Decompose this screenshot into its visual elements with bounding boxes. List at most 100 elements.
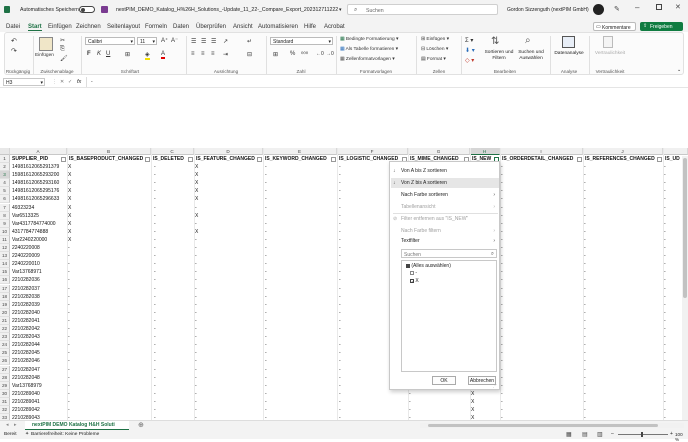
paste-icon[interactable] xyxy=(39,37,53,51)
vertical-scroll-thumb[interactable] xyxy=(683,158,687,298)
table-cell-e[interactable]: - xyxy=(265,285,335,293)
zoom-slider[interactable] xyxy=(618,432,668,437)
table-cell-k[interactable]: - xyxy=(664,390,682,398)
tab-automatisieren[interactable]: Automatisieren xyxy=(258,24,298,30)
collapse-ribbon-icon[interactable]: ⌄ xyxy=(677,67,681,73)
text-filter-item[interactable]: Textfilter xyxy=(401,238,420,244)
table-cell-c[interactable]: - xyxy=(154,374,192,382)
table-cell-j[interactable]: - xyxy=(584,268,661,276)
horizontal-scrollbar[interactable] xyxy=(420,423,684,428)
table-cell-b[interactable]: - xyxy=(68,285,148,293)
table-cell-k[interactable]: - xyxy=(664,236,682,244)
table-cell-e[interactable]: - xyxy=(265,179,335,187)
zoom-level[interactable]: 100 % xyxy=(675,432,688,442)
table-cell-i[interactable]: - xyxy=(501,325,581,333)
table-cell-k[interactable]: - xyxy=(664,268,682,276)
row-header[interactable]: 22 xyxy=(0,325,10,334)
table-cell-j[interactable]: - xyxy=(584,382,661,390)
worksheet-grid[interactable]: A B C D E F G H I J 1 SUPPLIER_PID IS_BA… xyxy=(0,148,688,420)
table-cell-j[interactable]: - xyxy=(584,276,661,284)
table-cell-e[interactable]: - xyxy=(265,252,335,260)
row-header[interactable]: 6 xyxy=(0,195,10,204)
table-cell-c[interactable]: - xyxy=(154,228,192,236)
table-cell-d[interactable]: - xyxy=(195,382,261,390)
row-header[interactable]: 16 xyxy=(0,276,10,285)
table-cell-b[interactable]: - xyxy=(68,390,148,398)
row-header[interactable]: 32 xyxy=(0,406,10,415)
table-cell-j[interactable]: - xyxy=(584,309,661,317)
table-cell-d[interactable]: - xyxy=(195,406,261,414)
row-header[interactable]: 20 xyxy=(0,308,10,317)
table-cell-b[interactable]: - xyxy=(68,406,148,414)
table-cell-i[interactable]: - xyxy=(501,333,581,341)
row-header[interactable]: 2 xyxy=(0,163,10,172)
row-header[interactable]: 21 xyxy=(0,316,10,325)
column-header-c[interactable]: C xyxy=(151,148,194,155)
table-cell-j[interactable]: - xyxy=(584,317,661,325)
filter-dropdown-e[interactable] xyxy=(331,156,336,162)
column-header-i[interactable]: I xyxy=(500,148,583,155)
table-cell-d[interactable]: - xyxy=(195,252,261,260)
table-cell-i[interactable]: - xyxy=(501,163,581,171)
table-cell-i[interactable]: - xyxy=(501,204,581,212)
indent-icon[interactable]: ⇥ xyxy=(223,51,228,58)
table-cell-k[interactable]: - xyxy=(664,325,682,333)
align-middle-icon[interactable]: ☰ xyxy=(201,38,206,45)
table-cell-e[interactable]: - xyxy=(265,220,335,228)
table-cell-b[interactable]: X xyxy=(68,212,148,220)
table-cell-i[interactable]: - xyxy=(501,406,581,414)
table-cell-f[interactable]: - xyxy=(339,406,406,414)
table-cell-d[interactable]: X xyxy=(195,163,261,171)
table-cell-a[interactable]: 2210282040 xyxy=(12,309,66,317)
table-cell-c[interactable]: - xyxy=(154,398,192,406)
table-cell-b[interactable]: - xyxy=(68,349,148,357)
table-cell-j[interactable]: - xyxy=(584,293,661,301)
table-cell-e[interactable]: - xyxy=(265,325,335,333)
table-cell-i[interactable]: - xyxy=(501,276,581,284)
table-cell-j[interactable]: - xyxy=(584,171,661,179)
table-cell-b[interactable]: - xyxy=(68,276,148,284)
table-cell-d[interactable]: - xyxy=(195,357,261,365)
tab-ueberpruefen[interactable]: Überprüfen xyxy=(196,24,226,30)
table-cell-e[interactable]: - xyxy=(265,309,335,317)
row-header[interactable]: 11 xyxy=(0,235,10,244)
table-cell-b[interactable]: - xyxy=(68,357,148,365)
table-cell-e[interactable]: - xyxy=(265,366,335,374)
table-cell-b[interactable]: X xyxy=(68,228,148,236)
table-cell-j[interactable]: - xyxy=(584,220,661,228)
table-cell-k[interactable]: - xyxy=(664,333,682,341)
table-cell-d[interactable]: - xyxy=(195,349,261,357)
table-cell-c[interactable]: - xyxy=(154,212,192,220)
header-cell-is-keyword-changed[interactable]: IS_KEYWORD_CHANGED xyxy=(265,155,331,163)
minimize-icon[interactable]: – xyxy=(635,3,639,12)
table-cell-d[interactable]: - xyxy=(195,325,261,333)
table-cell-i[interactable]: - xyxy=(501,309,581,317)
table-cell-c[interactable]: - xyxy=(154,163,192,171)
table-cell-a[interactable]: 2240220010 xyxy=(12,260,66,268)
filter-dropdown-i[interactable] xyxy=(577,156,582,162)
table-cell-a[interactable]: 2240220009 xyxy=(12,252,66,260)
row-header[interactable]: 29 xyxy=(0,381,10,390)
sort-filter-button[interactable]: Sortieren und Filtern xyxy=(482,50,516,61)
sheet-nav-left-icon[interactable]: ◂ xyxy=(6,422,9,428)
table-cell-f[interactable]: - xyxy=(339,398,406,406)
insert-function-icon[interactable]: fx xyxy=(77,79,81,85)
table-cell-j[interactable]: - xyxy=(584,406,661,414)
table-cell-c[interactable]: - xyxy=(154,195,192,203)
underline-icon[interactable]: U xyxy=(106,51,110,57)
table-cell-a[interactable]: 14981612065296633 xyxy=(12,195,66,203)
table-cell-c[interactable]: - xyxy=(154,357,192,365)
table-cell-g[interactable]: - xyxy=(409,406,468,414)
table-cell-b[interactable]: - xyxy=(68,382,148,390)
row-header[interactable]: 8 xyxy=(0,211,10,220)
table-cell-c[interactable]: - xyxy=(154,268,192,276)
page-break-icon[interactable]: ▥ xyxy=(597,431,603,438)
table-cell-k[interactable]: - xyxy=(664,228,682,236)
format-painter-icon[interactable]: 🖌 xyxy=(60,55,68,62)
save-icon[interactable] xyxy=(101,6,108,13)
find-select-button[interactable]: Suchen und Auswählen xyxy=(515,50,547,61)
filter-ok-button[interactable]: OK xyxy=(432,376,456,385)
table-cell-c[interactable]: - xyxy=(154,187,192,195)
table-cell-b[interactable]: - xyxy=(68,252,148,260)
column-header-a[interactable]: A xyxy=(10,148,67,155)
